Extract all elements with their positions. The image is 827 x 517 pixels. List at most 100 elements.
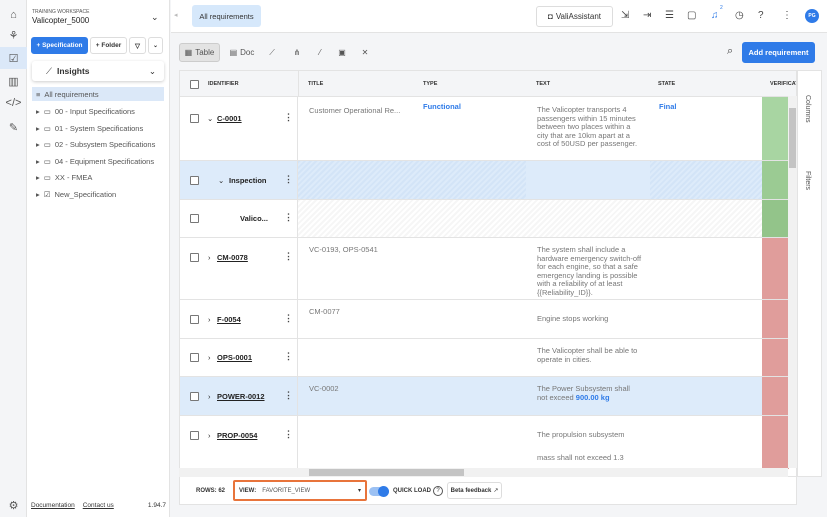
caret-right-icon[interactable]: ▸ xyxy=(36,173,40,182)
parameter-value[interactable]: 900.00 kg xyxy=(576,393,610,402)
row-checkbox[interactable] xyxy=(190,114,199,123)
comments-icon[interactable]: ▢ xyxy=(687,10,696,21)
column-text[interactable]: TEXT xyxy=(536,71,550,97)
more-vertical-icon[interactable]: ⋮ xyxy=(284,112,293,123)
column-type[interactable]: TYPE xyxy=(423,71,437,97)
group-label[interactable]: Valico... xyxy=(240,214,268,223)
more-vertical-icon[interactable]: ⋮ xyxy=(782,10,792,21)
table-row[interactable]: ⌄ C-0001 ⋮ Customer Operational Re... Fu… xyxy=(180,97,796,161)
search-icon[interactable]: ⌕ xyxy=(727,45,733,58)
group-label[interactable]: Inspection xyxy=(229,176,267,185)
sidebar-item-folder[interactable]: ▸ ▭ XX - FMEA xyxy=(32,170,164,184)
row-checkbox[interactable] xyxy=(190,431,199,440)
sidebar-item-folder[interactable]: ▸ ▭ 04 - Equipment Specifications xyxy=(32,154,164,168)
row-checkbox[interactable] xyxy=(190,353,199,362)
chevron-right-icon[interactable]: › xyxy=(208,353,211,362)
chevron-right-icon[interactable]: › xyxy=(208,392,211,401)
horizontal-scrollbar[interactable] xyxy=(179,468,788,477)
collapse-sidebar-icon[interactable]: ◂ xyxy=(174,11,178,19)
home-icon[interactable]: ⌂ xyxy=(0,4,27,26)
column-title[interactable]: TITLE xyxy=(308,71,323,97)
row-checkbox[interactable] xyxy=(190,176,199,185)
tab-all-requirements[interactable]: All requirements xyxy=(192,5,261,27)
caret-right-icon[interactable]: ▸ xyxy=(36,157,40,166)
checklist-icon[interactable]: ☰ xyxy=(665,10,674,21)
chart-view-icon[interactable]: ⟋ xyxy=(264,43,280,62)
row-checkbox[interactable] xyxy=(190,253,199,262)
more-vertical-icon[interactable]: ⋮ xyxy=(284,390,293,401)
link-view-icon[interactable]: ⁄ xyxy=(312,43,328,62)
table-row[interactable]: › POWER-0012 ⋮ VC-0002 The Power Subsyst… xyxy=(180,377,796,416)
chevron-right-icon[interactable]: › xyxy=(208,431,211,440)
pencil-icon[interactable]: ✎ xyxy=(0,116,27,138)
caret-right-icon[interactable]: ▸ xyxy=(36,190,40,199)
table-row[interactable]: › OPS-0001 ⋮ The Valicopter shall be abl… xyxy=(180,339,796,377)
code-icon[interactable]: </> xyxy=(0,92,27,114)
filters-panel-tab[interactable]: Filters xyxy=(804,171,811,190)
more-vertical-icon[interactable]: ⋮ xyxy=(284,251,293,262)
column-state[interactable]: STATE xyxy=(658,71,675,97)
add-folder-button[interactable]: + Folder xyxy=(90,37,127,54)
vertical-scrollbar[interactable] xyxy=(788,96,797,468)
caret-right-icon[interactable]: ▸ xyxy=(36,140,40,149)
more-vertical-icon[interactable]: ⋮ xyxy=(284,313,293,324)
select-all-checkbox[interactable] xyxy=(190,80,199,89)
more-vertical-icon[interactable]: ⋮ xyxy=(284,429,293,440)
chevron-down-icon[interactable]: ⌄ xyxy=(207,114,213,123)
table-row[interactable]: › CM-0078 ⋮ VC-0193, OPS-0541 The system… xyxy=(180,238,796,300)
graph-view-icon[interactable]: ⋔ xyxy=(289,43,305,62)
help-icon[interactable]: ? xyxy=(758,10,764,21)
export-icon[interactable]: ⇥ xyxy=(643,10,651,21)
bell-icon[interactable]: ♫ xyxy=(711,10,719,21)
column-verification[interactable]: VERIFICAT xyxy=(770,71,796,97)
requirement-id[interactable]: OPS-0001 xyxy=(217,353,252,362)
sidebar-item-folder[interactable]: ▸ ▭ 00 - Input Specifications xyxy=(32,104,164,118)
sitemap-icon[interactable]: ⚘ xyxy=(0,24,27,46)
requirement-id[interactable]: F-0054 xyxy=(217,315,241,324)
requirement-id[interactable]: CM-0078 xyxy=(217,253,248,262)
form-view-icon[interactable]: ▣ xyxy=(334,43,350,62)
row-checkbox[interactable] xyxy=(190,315,199,324)
chevron-right-icon[interactable]: › xyxy=(208,315,211,324)
import-icon[interactable]: ⇲ xyxy=(621,10,629,21)
analytics-icon[interactable]: ▥ xyxy=(0,70,27,92)
help-icon[interactable]: ? xyxy=(433,486,443,496)
columns-panel-tab[interactable]: Columns xyxy=(804,95,811,123)
view-select[interactable]: VIEW: FAVORITE_VIEW ▾ xyxy=(233,480,367,501)
table-view-button[interactable]: ▦ Table xyxy=(179,43,220,62)
requirement-id[interactable]: POWER-0012 xyxy=(217,392,265,401)
caret-right-icon[interactable]: ▸ xyxy=(36,107,40,116)
table-row[interactable]: ⌄ Inspection ⋮ xyxy=(180,161,796,200)
quick-load-toggle[interactable] xyxy=(369,486,389,497)
matrix-view-icon[interactable]: ✕ xyxy=(357,43,373,62)
more-dropdown-button[interactable]: ⌄ xyxy=(148,37,163,54)
gear-icon[interactable]: ⚙ xyxy=(0,494,27,516)
contact-link[interactable]: Contact us xyxy=(83,502,114,509)
sidebar-item-all-requirements[interactable]: ≡ All requirements xyxy=(32,87,164,101)
row-checkbox[interactable] xyxy=(190,214,199,223)
filter-button[interactable]: ▽ xyxy=(129,37,146,54)
table-row[interactable]: Valico... ⋮ xyxy=(180,200,796,238)
more-vertical-icon[interactable]: ⋮ xyxy=(284,351,293,362)
doc-view-button[interactable]: ▤ Doc xyxy=(226,43,258,62)
requirement-id[interactable]: C-0001 xyxy=(217,114,242,123)
beta-feedback-button[interactable]: Beta feedback ↗ xyxy=(447,482,502,499)
workspace-name[interactable]: Valicopter_5000 xyxy=(32,16,89,25)
more-vertical-icon[interactable]: ⋮ xyxy=(284,174,293,185)
add-specification-button[interactable]: + Specification xyxy=(31,37,88,54)
avatar[interactable]: PG xyxy=(805,9,819,23)
requirement-id[interactable]: PROP-0054 xyxy=(217,431,257,440)
chevron-down-icon[interactable]: ⌄ xyxy=(151,12,159,23)
row-checkbox[interactable] xyxy=(190,392,199,401)
chevron-right-icon[interactable]: › xyxy=(208,253,211,262)
table-row[interactable]: › F-0054 ⋮ CM-0077 Engine stops working xyxy=(180,300,796,339)
sidebar-item-folder[interactable]: ▸ ▭ 01 - System Specifications xyxy=(32,121,164,135)
sidebar-item-folder[interactable]: ▸ ▭ 02 - Subsystem Specifications xyxy=(32,137,164,151)
table-row[interactable]: › PROP-0054 ⋮ The propulsion subsystem m… xyxy=(180,416,796,469)
check-circle-icon[interactable]: ◷ xyxy=(735,10,744,21)
valiassistant-button[interactable]: ◘ ValiAssistant xyxy=(536,6,613,27)
chevron-down-icon[interactable]: ⌄ xyxy=(218,176,224,185)
documentation-link[interactable]: Documentation xyxy=(31,502,75,509)
insights-dropdown[interactable]: ⟋ Insights ⌄ xyxy=(32,61,164,81)
more-vertical-icon[interactable]: ⋮ xyxy=(284,212,293,223)
